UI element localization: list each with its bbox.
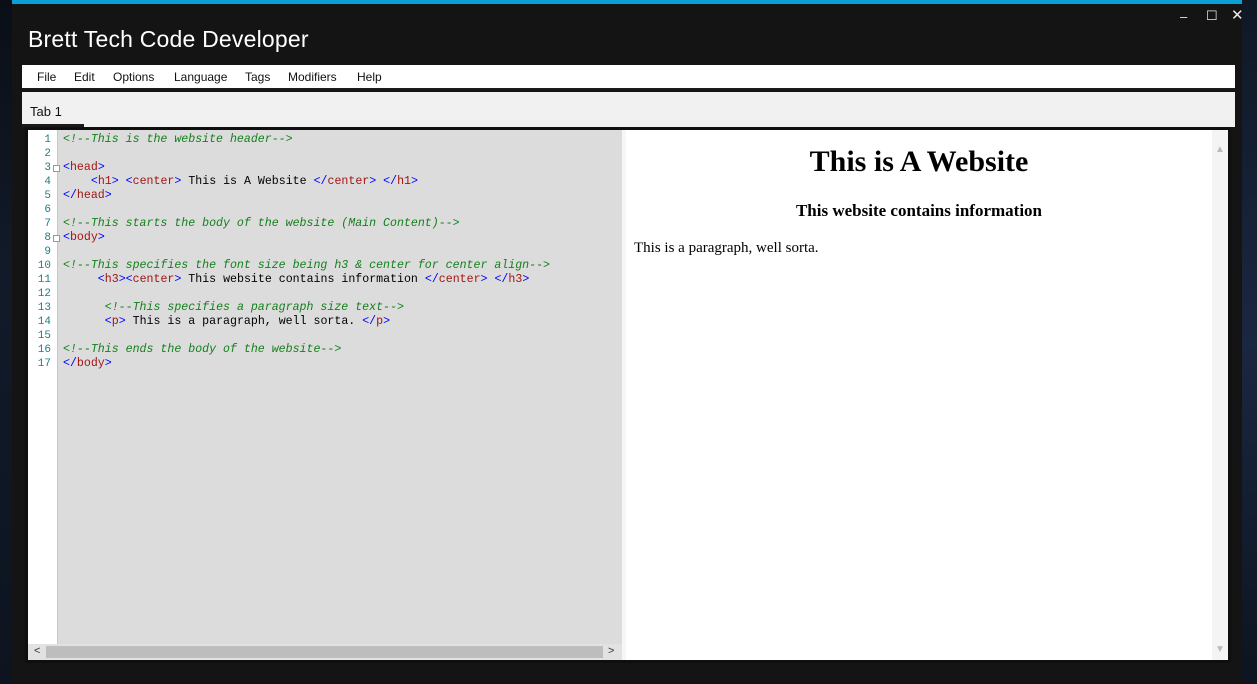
scroll-down-icon[interactable]: ▼ xyxy=(1215,644,1225,655)
menu-language[interactable]: Language xyxy=(174,70,227,84)
line-number: 11 xyxy=(37,274,51,286)
desktop-background-right xyxy=(1241,0,1257,684)
menu-options[interactable]: Options xyxy=(113,70,154,84)
menu-tags[interactable]: Tags xyxy=(245,70,270,84)
line-number: 17 xyxy=(37,358,51,370)
maximize-icon[interactable]: ☐ xyxy=(1206,9,1218,23)
workspace-frame: 1 2 3 4 5 6 7 8 9 10 11 12 13 14 15 16 17 <!--This is th… xyxy=(25,127,1231,663)
code-line[interactable]: </head> xyxy=(63,189,112,203)
menu-modifiers[interactable]: Modifiers xyxy=(288,70,337,84)
code-line[interactable]: <!--This specifies the font size being h… xyxy=(63,259,550,273)
line-number: 6 xyxy=(44,204,51,216)
menu-help[interactable]: Help xyxy=(357,70,382,84)
code-line[interactable]: <!--This specifies a paragraph size text… xyxy=(63,301,404,315)
line-number: 16 xyxy=(37,344,51,356)
code-line[interactable]: <p> This is a paragraph, well sorta. </p… xyxy=(63,315,390,329)
line-number: 15 xyxy=(37,330,51,342)
desktop-background-left xyxy=(0,0,12,684)
code-line[interactable]: <h3><center> This website contains infor… xyxy=(63,273,529,287)
line-number: 1 xyxy=(44,134,51,146)
line-number: 8 xyxy=(44,232,51,244)
line-number: 10 xyxy=(37,260,51,272)
close-icon[interactable]: ✕ xyxy=(1231,8,1244,23)
line-number: 3 xyxy=(44,162,51,174)
code-line[interactable]: <!--This is the website header--> xyxy=(63,133,293,147)
editor-horizontal-scrollbar[interactable]: < > xyxy=(28,644,622,660)
code-line[interactable]: <head> xyxy=(63,161,105,175)
scroll-up-icon[interactable]: ▲ xyxy=(1215,144,1225,155)
line-number: 7 xyxy=(44,218,51,230)
code-line[interactable]: <!--This starts the body of the website … xyxy=(63,217,460,231)
window-title: Brett Tech Code Developer xyxy=(28,26,309,52)
preview-paragraph: This is a paragraph, well sorta. xyxy=(634,240,819,256)
app-window: Brett Tech Code Developer ‒ ☐ ✕ File Edi… xyxy=(12,0,1244,684)
fold-toggle-icon[interactable] xyxy=(53,165,60,172)
tab-strip: Tab 1 xyxy=(22,92,1235,127)
code-line[interactable]: <body> xyxy=(63,231,105,245)
code-editor[interactable]: 1 2 3 4 5 6 7 8 9 10 11 12 13 14 15 16 17 <!--This is th… xyxy=(28,130,622,644)
line-number: 4 xyxy=(44,176,51,188)
preview-heading-3: This website contains information xyxy=(795,201,1043,220)
line-number: 9 xyxy=(44,246,51,258)
code-line[interactable]: <!--This ends the body of the website--> xyxy=(63,343,341,357)
line-number: 14 xyxy=(37,316,51,328)
line-number: 5 xyxy=(44,190,51,202)
line-number: 13 xyxy=(37,302,51,314)
line-number: 12 xyxy=(37,288,51,300)
preview-heading-1: This is A Website xyxy=(809,145,1029,178)
horizontal-scroll-thumb[interactable] xyxy=(46,646,603,658)
code-line[interactable]: <h1> <center> This is A Website </center… xyxy=(63,175,418,189)
minimize-icon[interactable]: ‒ xyxy=(1180,10,1187,24)
code-line[interactable]: </body> xyxy=(63,357,112,371)
scroll-right-icon[interactable]: > xyxy=(608,645,614,657)
menu-bar: File Edit Options Language Tags Modifier… xyxy=(22,65,1235,90)
tab-1[interactable]: Tab 1 xyxy=(30,104,62,119)
line-number: 2 xyxy=(44,148,51,160)
menu-edit[interactable]: Edit xyxy=(74,70,95,84)
scroll-left-icon[interactable]: < xyxy=(34,645,40,657)
preview-vertical-scrollbar[interactable]: ▲ ▼ xyxy=(1212,130,1228,660)
line-number-gutter: 1 2 3 4 5 6 7 8 9 10 11 12 13 14 15 16 17 xyxy=(28,130,58,644)
menu-file[interactable]: File xyxy=(37,70,56,84)
html-preview-pane: This is A Website This website contains … xyxy=(626,130,1212,660)
fold-toggle-icon[interactable] xyxy=(53,235,60,242)
